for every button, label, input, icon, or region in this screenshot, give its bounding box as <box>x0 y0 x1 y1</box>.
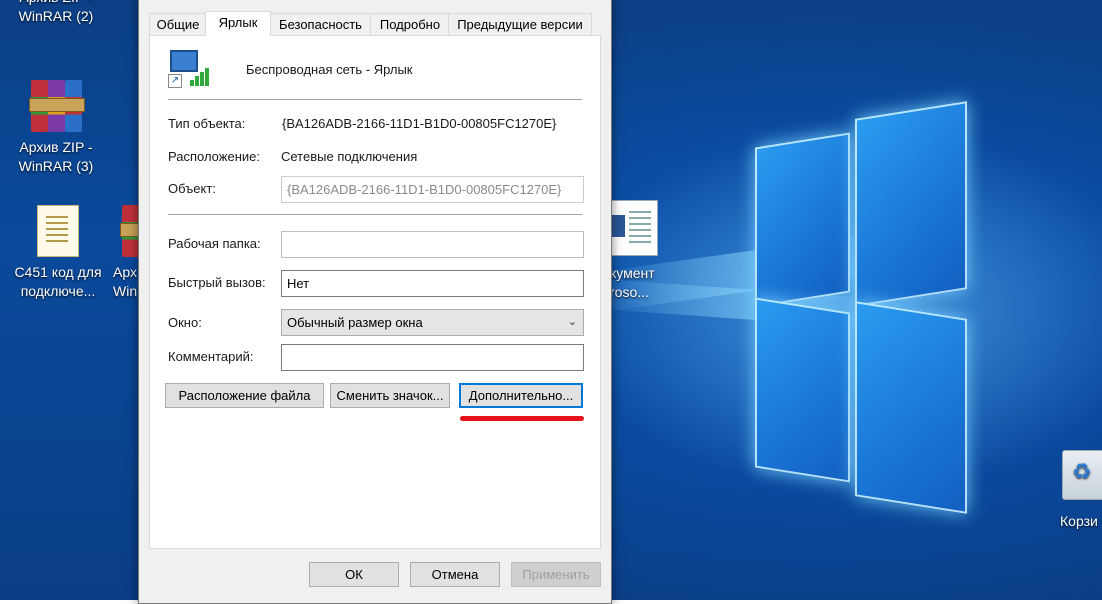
wireless-network-shortcut-icon: ↗ <box>168 48 210 88</box>
document-icon <box>37 205 79 257</box>
target-type-value: {BA126ADB-2166-11D1-B1D0-00805FC1270E} <box>282 116 557 131</box>
advanced-button[interactable]: Дополнительно... <box>459 383 583 408</box>
cancel-button[interactable]: Отмена <box>410 562 500 587</box>
windows-logo-pane-bottom-right <box>855 301 967 514</box>
shortcut-properties-dialog: Общие Ярлык Безопасность Подробно Предыд… <box>138 0 612 604</box>
tab-previous-versions[interactable]: Предыдущие версии <box>448 13 592 35</box>
run-select[interactable]: Обычный размер окна ⌄ <box>281 309 584 336</box>
shortcut-name: Беспроводная сеть - Ярлык <box>246 62 413 77</box>
tab-general[interactable]: Общие <box>149 13 207 35</box>
open-file-location-button[interactable]: Расположение файла <box>165 383 324 408</box>
run-select-value: Обычный размер окна <box>287 315 423 330</box>
desktop-icon-winrar-2[interactable]: Архив ZIP - WinRAR (2) <box>6 0 106 26</box>
windows-logo-pane-top-left <box>755 132 850 308</box>
word-document-icon <box>603 200 658 256</box>
desktop-icon-label: Архив ZIP - WinRAR (2) <box>18 0 94 24</box>
winrar-archive-icon <box>29 80 85 132</box>
windows-logo-pane-top-right <box>855 101 967 307</box>
red-highlight-underline <box>460 416 584 421</box>
desktop-icon-label: Архив ZIP - WinRAR (3) <box>18 139 94 174</box>
start-in-field[interactable] <box>281 231 584 258</box>
tab-shortcut[interactable]: Ярлык <box>205 11 271 36</box>
desktop-icon-label: кумент roso... <box>610 265 655 300</box>
hotkey-field[interactable]: Нет <box>281 270 584 297</box>
chevron-down-icon: ⌄ <box>567 316 577 328</box>
tab-details[interactable]: Подробно <box>370 13 450 35</box>
recycle-bin-icon <box>1062 450 1102 500</box>
start-in-label: Рабочая папка: <box>168 236 261 251</box>
target-field: {BA126ADB-2166-11D1-B1D0-00805FC1270E} <box>281 176 584 203</box>
tab-bar: Общие Ярлык Безопасность Подробно Предыд… <box>149 11 595 36</box>
windows-logo-pane-bottom-left <box>755 297 850 483</box>
comment-label: Комментарий: <box>168 349 254 364</box>
desktop-icon-c451[interactable]: C451 код для подключе... <box>8 205 108 301</box>
apply-button: Применить <box>511 562 601 587</box>
shortcut-tab-panel: ↗ Беспроводная сеть - Ярлык Тип объекта:… <box>149 35 601 549</box>
divider <box>168 214 582 215</box>
comment-field[interactable] <box>281 344 584 371</box>
target-label: Объект: <box>168 181 216 196</box>
desktop-icon-label: C451 код для подключе... <box>14 264 102 299</box>
target-location-value: Сетевые подключения <box>281 149 418 164</box>
ok-button[interactable]: ОК <box>309 562 399 587</box>
hotkey-label: Быстрый вызов: <box>168 275 266 290</box>
target-location-label: Расположение: <box>168 149 260 164</box>
divider <box>168 99 582 100</box>
change-icon-button[interactable]: Сменить значок... <box>330 383 450 408</box>
run-label: Окно: <box>168 315 202 330</box>
desktop-icon-winrar-3[interactable]: Архив ZIP - WinRAR (3) <box>6 80 106 176</box>
target-type-label: Тип объекта: <box>168 116 246 131</box>
tab-security[interactable]: Безопасность <box>269 13 372 35</box>
desktop-icon-label: Корзи <box>1060 513 1098 529</box>
